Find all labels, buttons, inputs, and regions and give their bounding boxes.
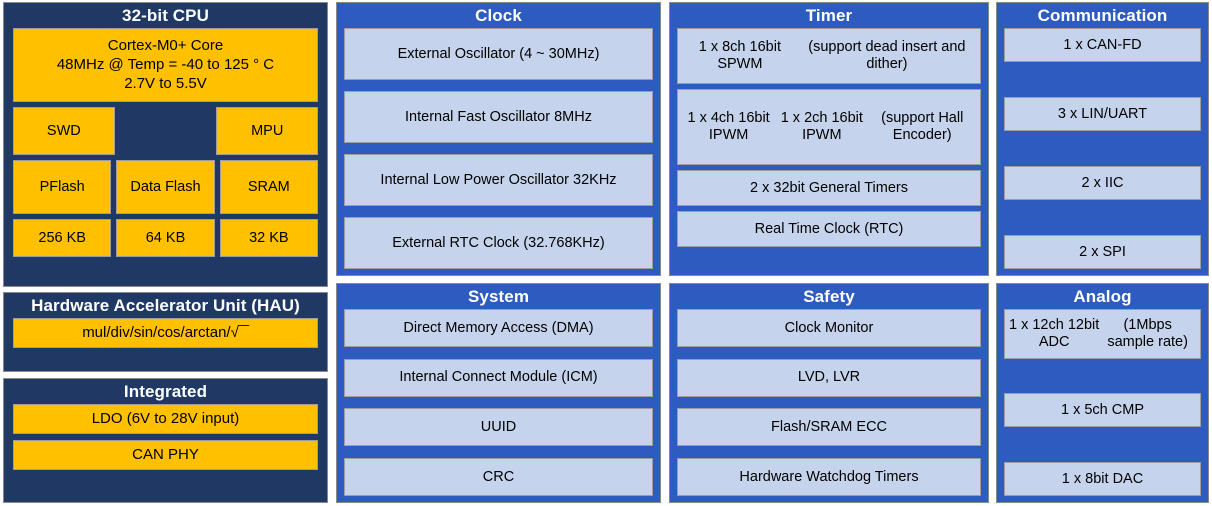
cpu-core-line3: 2.7V to 5.5V: [124, 75, 207, 93]
timer-item-0: 1 x 8ch 16bit SPWM (support dead insert a…: [677, 27, 981, 84]
block-diagram: 32-bit CPU Cortex-M0+ Core 48MHz @ Temp …: [0, 0, 1212, 506]
panel-analog: Analog 1 x 12ch 12bit ADC (1Mbps sample r…: [996, 283, 1209, 503]
clock-item-0: External Oscillator (4 ~ 30MHz): [344, 27, 653, 80]
cpu-sram-block: SRAM: [219, 159, 318, 214]
communication-item-1: 3 x LIN/UART: [1004, 96, 1201, 131]
panel-system: System Direct Memory Access (DMA) Intern…: [336, 283, 661, 503]
panel-safety: Safety Clock Monitor LVD, LVR Flash/SRAM…: [669, 283, 989, 503]
panel-safety-title: Safety: [803, 287, 855, 306]
panel-cpu-body: Cortex-M0+ Core 48MHz @ Temp = -40 to 12…: [4, 27, 327, 286]
safety-item-2: Flash/SRAM ECC: [677, 408, 981, 447]
panel-communication: Communication 1 x CAN-FD 3 x LIN/UART 2 …: [996, 2, 1209, 276]
safety-item-0: Clock Monitor: [677, 308, 981, 347]
panel-integrated-body: LDO (6V to 28V input) CAN PHY: [4, 403, 327, 502]
timer-item-3: Real Time Clock (RTC): [677, 210, 981, 247]
communication-item-3: 2 x SPI: [1004, 234, 1201, 269]
panel-timer-body: 1 x 8ch 16bit SPWM (support dead insert a…: [670, 27, 988, 275]
cpu-mpu-block: MPU: [216, 106, 319, 155]
cpu-memory-row: PFlash Data Flash SRAM: [13, 159, 318, 214]
panel-system-body: Direct Memory Access (DMA) Internal Conn…: [337, 308, 660, 502]
timer-item-1: 1 x 4ch 16bit IPWM 1 x 2ch 16bit IPWM (sup…: [677, 88, 981, 165]
cpu-core-line2: 48MHz @ Temp = -40 to 125 ° C: [56, 56, 275, 74]
analog-item-0: 1 x 12ch 12bit ADC (1Mbps sample rate): [1004, 308, 1201, 359]
hau-item-0: mul/div/sin/cos/arctan/√‾‾: [13, 317, 318, 348]
cpu-sram-size: 32 KB: [219, 218, 318, 257]
panel-analog-body: 1 x 12ch 12bit ADC (1Mbps sample rate) 1 …: [997, 308, 1208, 502]
clock-item-1: Internal Fast Oscillator 8MHz: [344, 90, 653, 143]
system-item-3: CRC: [344, 458, 653, 496]
integrated-item-1: CAN PHY: [13, 439, 318, 470]
panel-hau-body: mul/div/sin/cos/arctan/√‾‾: [4, 317, 327, 371]
cpu-memory-size-row: 256 KB 64 KB 32 KB: [13, 218, 318, 257]
panel-safety-body: Clock Monitor LVD, LVR Flash/SRAM ECC Ha…: [670, 308, 988, 502]
panel-clock-title: Clock: [475, 6, 522, 25]
panel-analog-title: Analog: [1073, 287, 1132, 306]
cpu-debug-row: SWD MPU: [13, 106, 319, 155]
cpu-data-flash-block: Data Flash: [116, 159, 215, 214]
panel-hau-title: Hardware Accelerator Unit (HAU): [31, 296, 300, 315]
system-item-0: Direct Memory Access (DMA): [344, 308, 653, 347]
communication-item-2: 2 x IIC: [1004, 165, 1201, 200]
system-item-2: UUID: [344, 408, 653, 447]
analog-item-1: 1 x 5ch CMP: [1004, 393, 1201, 428]
panel-hau: Hardware Accelerator Unit (HAU) mul/div/…: [3, 292, 328, 372]
panel-integrated-title: Integrated: [123, 382, 208, 401]
panel-communication-body: 1 x CAN-FD 3 x LIN/UART 2 x IIC 2 x SPI: [997, 27, 1208, 275]
cpu-data-flash-size: 64 KB: [116, 218, 215, 257]
clock-item-2: Internal Low Power Oscillator 32KHz: [344, 153, 653, 206]
panel-communication-title: Communication: [1037, 6, 1168, 25]
safety-item-1: LVD, LVR: [677, 358, 981, 397]
panel-system-title: System: [467, 287, 530, 306]
panel-timer-title: Timer: [805, 6, 853, 25]
analog-item-2: 1 x 8bit DAC: [1004, 462, 1201, 496]
clock-item-3: External RTC Clock (32.768KHz): [344, 216, 653, 269]
cpu-pflash-block: PFlash: [13, 159, 112, 214]
system-item-1: Internal Connect Module (ICM): [344, 358, 653, 397]
cpu-core-line1: Cortex-M0+ Core: [107, 37, 224, 55]
panel-clock: Clock External Oscillator (4 ~ 30MHz) In…: [336, 2, 661, 276]
panel-integrated: Integrated LDO (6V to 28V input) CAN PHY: [3, 378, 328, 503]
panel-cpu: 32-bit CPU Cortex-M0+ Core 48MHz @ Temp …: [3, 2, 328, 287]
communication-item-0: 1 x CAN-FD: [1004, 27, 1201, 62]
cpu-pflash-size: 256 KB: [13, 218, 112, 257]
safety-item-3: Hardware Watchdog Timers: [677, 458, 981, 496]
panel-timer: Timer 1 x 8ch 16bit SPWM (support dead in…: [669, 2, 989, 276]
integrated-item-0: LDO (6V to 28V input): [13, 403, 318, 434]
timer-item-2: 2 x 32bit General Timers: [677, 169, 981, 206]
panel-cpu-title: 32-bit CPU: [122, 6, 209, 25]
cpu-core-block: Cortex-M0+ Core 48MHz @ Temp = -40 to 12…: [13, 27, 318, 102]
panel-clock-body: External Oscillator (4 ~ 30MHz) Internal…: [337, 27, 660, 275]
cpu-swd-block: SWD: [13, 106, 115, 155]
